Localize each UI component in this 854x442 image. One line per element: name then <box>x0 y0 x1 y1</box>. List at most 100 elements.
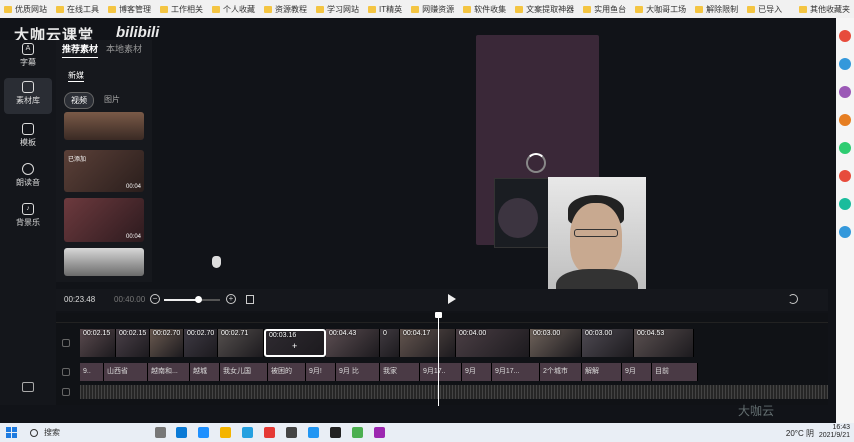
sidebar-app-icon[interactable] <box>839 142 851 154</box>
other-bookmarks[interactable]: 其他收藏夹 <box>799 0 850 18</box>
text-clip[interactable]: 9月 <box>622 363 652 381</box>
app-icon[interactable] <box>330 427 341 438</box>
bookmark-item[interactable]: 优质网站 <box>4 4 47 15</box>
text-clip[interactable]: 我家 <box>380 363 420 381</box>
text-clip[interactable]: 解解 <box>582 363 622 381</box>
sidebar-app-icon[interactable] <box>839 58 851 70</box>
clock-date: 2021/9/21 <box>818 432 850 439</box>
category-label[interactable]: 新媒 <box>68 70 84 82</box>
text-clip[interactable]: 9月 比 <box>336 363 380 381</box>
material-thumb[interactable]: 已添加 00:04 <box>64 150 144 192</box>
bookmark-item[interactable]: 解除限制 <box>695 4 738 15</box>
video-clip[interactable]: 0 <box>380 329 400 357</box>
play-icon[interactable] <box>448 294 456 304</box>
watermark: 大咖云 <box>738 404 775 418</box>
bookmark-item[interactable]: 大咖哥工场 <box>635 4 686 15</box>
video-clip[interactable]: 00:02.70 <box>184 329 218 357</box>
app-icon[interactable] <box>374 427 385 438</box>
folder-icon[interactable] <box>220 427 231 438</box>
sidebar-app-icon[interactable] <box>839 198 851 210</box>
weather-status[interactable]: 20°C 阴 <box>786 428 814 439</box>
text-clip[interactable]: 9.. <box>80 363 104 381</box>
video-clip[interactable]: 00:04.53 <box>634 329 694 357</box>
bookmark-item[interactable]: 文案提取神器 <box>515 4 574 15</box>
fit-icon[interactable] <box>246 295 254 304</box>
video-clip[interactable]: 00:02.70 <box>150 329 184 357</box>
bookmark-item[interactable]: 软件收集 <box>463 4 506 15</box>
text-clip[interactable]: 2个城市 <box>540 363 582 381</box>
rail-item-music[interactable]: ♪ 背景乐 <box>4 200 52 236</box>
text-clip[interactable]: 9月17.. <box>420 363 462 381</box>
bookmark-item[interactable]: 在线工具 <box>56 4 99 15</box>
text-clip[interactable]: 我女儿国 <box>220 363 268 381</box>
tab-local[interactable]: 本地素材 <box>106 42 142 58</box>
video-clip[interactable]: 00:02.15 <box>80 329 116 357</box>
bookmark-item[interactable]: 个人收藏 <box>212 4 255 15</box>
bookmark-item[interactable]: 资源教程 <box>264 4 307 15</box>
video-clip[interactable]: 00:03.16 + <box>264 329 326 357</box>
bookmark-item[interactable]: 博客管理 <box>108 4 151 15</box>
text-clip[interactable]: 被困的 <box>268 363 306 381</box>
windows-start-icon[interactable] <box>6 427 17 438</box>
material-thumb[interactable]: 00:04 <box>64 198 144 242</box>
app-icon[interactable] <box>242 427 253 438</box>
edge-icon[interactable] <box>176 427 187 438</box>
text-clip[interactable]: 9月 <box>462 363 492 381</box>
bookmark-item[interactable]: 学习网站 <box>316 4 359 15</box>
zoom-slider[interactable] <box>164 296 220 303</box>
app-icon[interactable] <box>352 427 363 438</box>
undo-icon[interactable] <box>788 294 798 304</box>
video-clip[interactable]: 00:03.00 <box>530 329 582 357</box>
timeline[interactable]: 00:02.15 00:02.15 00:02.70 00:02.70 00:02.71… <box>56 313 828 405</box>
text-clip[interactable]: 越城 <box>190 363 220 381</box>
video-clip[interactable]: 00:02.15 <box>116 329 150 357</box>
video-clip[interactable]: 00:04.17 <box>400 329 456 357</box>
bookmark-item[interactable]: 已导入 <box>747 4 782 15</box>
video-clip[interactable]: 00:04.43 <box>326 329 380 357</box>
bookmark-item[interactable]: 实用鱼台 <box>583 4 626 15</box>
bookmark-item[interactable]: IT精英 <box>368 4 402 15</box>
zoom-slider-knob[interactable] <box>194 296 202 303</box>
text-clip[interactable]: 9月17... <box>492 363 540 381</box>
zoom-out-icon[interactable]: − <box>150 294 160 304</box>
material-thumb[interactable] <box>64 248 144 276</box>
bookmark-item[interactable]: 工作相关 <box>160 4 203 15</box>
playhead[interactable] <box>438 314 439 406</box>
rail-item-library[interactable]: 素材库 <box>4 78 52 114</box>
clock[interactable]: 16:43 2021/9/21 <box>819 424 850 440</box>
taskbar-search[interactable]: 搜索 <box>24 425 144 440</box>
video-clip[interactable]: 00:02.71 <box>218 329 264 357</box>
text-clip[interactable]: 目前 <box>652 363 698 381</box>
zoom-in-icon[interactable]: + <box>226 294 236 304</box>
sidebar-app-icon[interactable] <box>839 170 851 182</box>
video-clip[interactable]: 00:03.00 <box>582 329 634 357</box>
video-clip[interactable]: 00:04.00 <box>456 329 530 357</box>
app-icon[interactable] <box>264 427 275 438</box>
text-clip[interactable]: 9月! <box>306 363 336 381</box>
bookmark-label: 在线工具 <box>67 4 99 14</box>
rail-item-template[interactable]: 模板 <box>4 120 52 156</box>
playhead-handle[interactable] <box>435 312 442 318</box>
sidebar-app-icon[interactable] <box>839 114 851 126</box>
taskview-icon[interactable] <box>155 427 166 438</box>
sidebar-app-icon[interactable] <box>839 86 851 98</box>
sidebar-app-icon[interactable] <box>839 30 851 42</box>
app-icon[interactable] <box>308 427 319 438</box>
add-transition-icon[interactable]: + <box>292 341 297 351</box>
text-clip[interactable]: 山西省 <box>104 363 148 381</box>
text-clip[interactable]: 越南和... <box>148 363 190 381</box>
audio-waveform[interactable] <box>80 385 828 399</box>
bookmark-item[interactable]: 网赚资源 <box>411 4 454 15</box>
rail-item-subtitle[interactable]: A 字幕 <box>4 40 52 76</box>
seg-image[interactable]: 图片 <box>100 92 124 109</box>
seg-video[interactable]: 视频 <box>64 92 94 109</box>
rail-item-voice[interactable]: 朗读音 <box>4 160 52 196</box>
webcam-overlay <box>548 177 646 297</box>
app-icon[interactable] <box>286 427 297 438</box>
clip-duration: 00:02.70 <box>153 330 181 337</box>
browser-icon[interactable] <box>198 427 209 438</box>
sidebar-app-icon[interactable] <box>839 226 851 238</box>
tab-recommended[interactable]: 推荐素材 <box>62 42 99 58</box>
keyboard-icon[interactable] <box>22 382 34 392</box>
material-thumb[interactable] <box>64 112 144 140</box>
